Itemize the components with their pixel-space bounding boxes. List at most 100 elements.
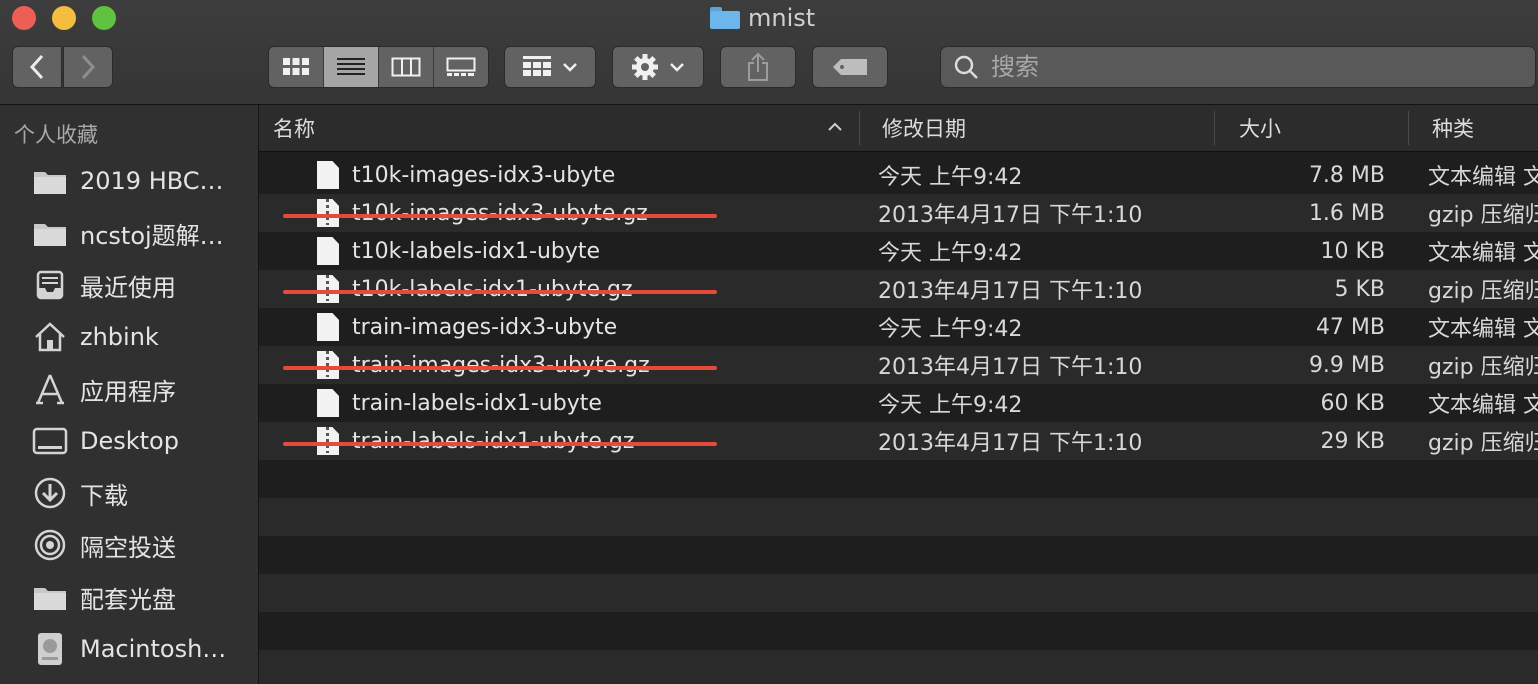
forward-button[interactable] [63, 46, 113, 88]
sidebar-item-home[interactable]: zhbink [0, 315, 258, 359]
red-strikethrough-line [283, 290, 717, 294]
table-row[interactable]: train-labels-idx1-ubyte.gz 2013年4月17日 下午1… [259, 422, 1538, 460]
search-field[interactable] [940, 46, 1536, 88]
folder-icon [32, 215, 68, 251]
file-size: 29 KB [1320, 428, 1385, 454]
table-row[interactable]: t10k-labels-idx1-ubyte.gz 2013年4月17日 下午1:… [259, 270, 1538, 308]
file-name: t10k-images-idx3-ubyte [352, 162, 616, 188]
file-kind: gzip 压缩归档 [1428, 431, 1538, 456]
sidebar-item-applications[interactable]: 应用程序 [0, 367, 258, 411]
applications-icon [32, 371, 68, 407]
tag-button[interactable] [812, 46, 888, 88]
airdrop-icon [32, 527, 68, 563]
file-size: 47 MB [1315, 314, 1385, 340]
action-menu-button[interactable] [612, 46, 704, 88]
sidebar-item-ncstoj[interactable]: ncstoj题解… [0, 211, 258, 255]
column-header-name-label: 名称 [273, 117, 315, 141]
file-name: t10k-labels-idx1-ubyte.gz [352, 276, 633, 302]
disk-icon [32, 631, 68, 667]
file-icon [317, 232, 339, 270]
table-row[interactable]: t10k-images-idx3-ubyte 今天 上午9:42 7.8 MB 文本编… [259, 156, 1538, 194]
folder-icon [710, 7, 740, 29]
empty-row [259, 536, 1538, 574]
back-button[interactable] [12, 46, 62, 88]
title-bar: mnist [0, 0, 1538, 105]
table-row[interactable]: train-images-idx3-ubyte 今天 上午9:42 47 MB 文本编… [259, 308, 1538, 346]
sidebar-item-desktop[interactable]: Desktop [0, 419, 258, 463]
column-header-size[interactable]: 大小 [1239, 105, 1399, 151]
column-header-kind-label: 种类 [1432, 117, 1474, 141]
file-modified-date: 2013年4月17日 下午1:10 [878, 279, 1143, 304]
sidebar-item-recents[interactable]: 最近使用 [0, 263, 258, 307]
chevron-down-icon [563, 63, 577, 72]
file-icon [317, 422, 339, 460]
file-rows: t10k-images-idx3-ubyte 今天 上午9:42 7.8 MB 文本编… [259, 156, 1538, 684]
group-by-button[interactable] [504, 46, 596, 88]
search-icon [954, 55, 978, 79]
file-modified-date: 今天 上午9:42 [878, 241, 1023, 266]
view-mode-control [268, 46, 489, 88]
window-title-text: mnist [748, 4, 816, 32]
list-view-button[interactable] [324, 47, 379, 87]
file-modified-date: 今天 上午9:42 [878, 393, 1023, 418]
file-icon [317, 346, 339, 384]
columns-icon [391, 57, 421, 77]
file-size: 1.6 MB [1308, 200, 1385, 226]
empty-row [259, 460, 1538, 498]
file-modified-date: 2013年4月17日 下午1:10 [878, 355, 1143, 380]
search-input[interactable] [989, 52, 1493, 82]
file-icon [317, 308, 339, 346]
icon-view-button[interactable] [269, 47, 324, 87]
file-name: train-images-idx3-ubyte.gz [352, 352, 650, 378]
sidebar-item-label: 应用程序 [80, 377, 176, 406]
file-modified-date: 2013年4月17日 下午1:10 [878, 431, 1143, 456]
file-name: t10k-images-idx3-ubyte.gz [352, 200, 648, 226]
close-window-button[interactable] [12, 6, 36, 30]
file-name: train-labels-idx1-ubyte.gz [352, 428, 635, 454]
share-icon [748, 52, 768, 81]
sidebar-item-2019-hbc[interactable]: 2019 HBC… [0, 159, 258, 203]
file-kind: 文本编辑 文稿 [1428, 241, 1538, 266]
gallery-view-button[interactable] [434, 47, 488, 87]
column-header: 名称 修改日期 大小 种类 [259, 105, 1538, 152]
file-name: t10k-labels-idx1-ubyte [352, 238, 601, 264]
table-row[interactable]: t10k-labels-idx1-ubyte 今天 上午9:42 10 KB 文本编辑… [259, 232, 1538, 270]
table-row[interactable]: t10k-images-idx3-ubyte.gz 2013年4月17日 下午1:… [259, 194, 1538, 232]
gallery-icon [446, 57, 476, 76]
column-header-date[interactable]: 修改日期 [882, 105, 1212, 151]
minimize-window-button[interactable] [52, 6, 76, 30]
share-button[interactable] [720, 46, 796, 88]
folder-icon [32, 163, 68, 199]
sidebar-item-label: 隔空投送 [80, 533, 176, 562]
chevron-right-icon [81, 54, 96, 80]
file-name: train-labels-idx1-ubyte [352, 390, 602, 416]
table-row[interactable]: train-labels-idx1-ubyte 今天 上午9:42 60 KB 文本编… [259, 384, 1538, 422]
column-view-button[interactable] [379, 47, 434, 87]
file-size: 60 KB [1320, 390, 1385, 416]
sidebar-heading-favorites: 个人收藏 [14, 123, 98, 147]
sidebar-item-label: ncstoj题解… [80, 221, 224, 250]
file-size: 7.8 MB [1308, 162, 1385, 188]
sidebar-item-label: Desktop [80, 427, 179, 455]
group-grid-icon [523, 56, 551, 76]
sidebar-item-macintosh-hd[interactable]: Macintosh… [0, 627, 258, 671]
sidebar-item-label: 配套光盘 [80, 585, 176, 614]
file-icon [317, 384, 339, 422]
zoom-window-button[interactable] [92, 6, 116, 30]
column-header-name[interactable]: 名称 [273, 105, 853, 151]
file-size: 9.9 MB [1308, 352, 1385, 378]
sidebar-item-remote-disc[interactable]: 配套光盘 [0, 575, 258, 619]
downloads-icon [32, 475, 68, 511]
sidebar-item-label: 最近使用 [80, 273, 176, 302]
file-name: train-images-idx3-ubyte [352, 314, 618, 340]
tag-icon [833, 59, 867, 75]
sidebar-item-airdrop[interactable]: 隔空投送 [0, 523, 258, 567]
sidebar-item-label: Macintosh… [80, 635, 227, 663]
red-strikethrough-line [283, 366, 717, 370]
column-header-kind[interactable]: 种类 [1432, 105, 1538, 151]
sidebar-item-downloads[interactable]: 下载 [0, 471, 258, 515]
table-row[interactable]: train-images-idx3-ubyte.gz 2013年4月17日 下午1… [259, 346, 1538, 384]
empty-row [259, 612, 1538, 650]
empty-row [259, 650, 1538, 684]
file-modified-date: 今天 上午9:42 [878, 165, 1023, 190]
